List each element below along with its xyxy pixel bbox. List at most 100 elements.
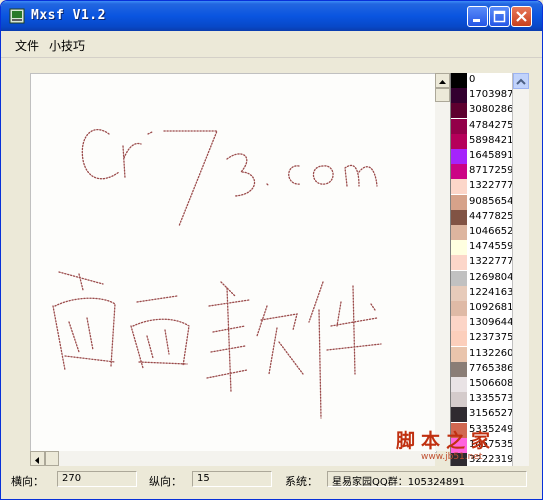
app-window: Mxsf V1.2 文件 小技巧 0 1703987 3080286 47842… (0, 0, 543, 500)
palette-row[interactable]: 3156527 (451, 407, 513, 423)
color-value: 1703987 (469, 89, 513, 101)
horizontal-scroll-thumb[interactable] (45, 451, 59, 466)
palette-row[interactable]: 4477825 (451, 209, 513, 226)
palette-scroll-up-button[interactable] (513, 73, 529, 89)
color-swatch (451, 331, 467, 347)
color-value: 4784275 (469, 119, 513, 131)
color-palette-list[interactable]: 0 1703987 3080286 4784275 5898421 16458917 871… (450, 73, 513, 466)
color-value: 0 (469, 74, 476, 85)
palette-row[interactable]: 10926815 (451, 301, 513, 317)
canvas-vertical-scrollbar[interactable] (435, 73, 450, 451)
color-value: 12698049 (469, 271, 513, 283)
color-swatch (451, 392, 467, 408)
menu-file[interactable]: 文件 (15, 37, 39, 54)
color-value: 10466525 (469, 226, 513, 237)
arrow-left-icon (35, 457, 39, 464)
palette-row[interactable]: 10466525 (451, 225, 513, 241)
color-value: 13227772 (469, 256, 513, 268)
status-bar: 横向： 270 纵向： 15 系统： 星易家园QQ群：105324891 (1, 469, 542, 491)
palette-row[interactable]: 3080286 (451, 103, 513, 119)
watermark-text: 脚本之家 (396, 430, 497, 452)
horizontal-value: 270 (57, 471, 137, 487)
color-swatch (451, 316, 467, 332)
palette-row[interactable]: 0 (451, 73, 513, 89)
color-swatch (451, 179, 467, 195)
close-button[interactable] (511, 6, 532, 27)
system-label: 系统： (285, 475, 318, 488)
palette-row[interactable]: 8717259 (451, 164, 513, 180)
palette-row[interactable]: 12241639 (451, 285, 513, 302)
color-value: 3080286 (469, 104, 513, 116)
palette-row[interactable]: 13355732 (451, 392, 513, 408)
color-value: 11322601 (469, 347, 513, 359)
color-swatch (451, 225, 467, 240)
palette-row[interactable]: 5898421 (451, 133, 513, 150)
color-swatch (451, 270, 467, 286)
color-value: 13096444 (469, 317, 513, 329)
palette-row[interactable]: 13227772 (451, 255, 513, 271)
palette-row[interactable]: 7765386 (451, 361, 513, 378)
color-swatch (451, 361, 467, 377)
color-swatch (451, 407, 467, 423)
color-swatch (451, 301, 467, 316)
color-swatch (451, 164, 467, 180)
palette-row[interactable]: 12373756 (451, 331, 513, 347)
color-swatch (451, 285, 467, 301)
scroll-left-button[interactable] (30, 451, 45, 466)
watermark-url: www.jb51.net (421, 452, 483, 462)
palette-row[interactable]: 16458917 (451, 149, 513, 165)
color-value: 12241639 (469, 286, 513, 298)
palette-row[interactable]: 1703987 (451, 88, 513, 104)
color-value: 13355732 (469, 393, 513, 405)
canvas-horizontal-scrollbar[interactable] (30, 451, 435, 466)
color-value: 9085654 (469, 195, 513, 207)
handwriting-strokes (52, 129, 382, 419)
system-value: 星易家园QQ群：105324891 (327, 471, 527, 487)
color-value: 15066089 (469, 378, 513, 389)
palette-row[interactable]: 13227772 (451, 179, 513, 195)
color-value: 10926815 (469, 302, 513, 313)
vertical-value: 15 (192, 471, 272, 487)
palette-row[interactable]: 14745599 (451, 240, 513, 256)
color-value: 3156527 (469, 408, 513, 420)
horizontal-label: 横向： (11, 475, 44, 488)
color-swatch (451, 194, 467, 210)
drawing-canvas[interactable] (30, 73, 437, 453)
color-value: 7765386 (469, 362, 513, 374)
chevron-up-icon (516, 78, 526, 85)
color-swatch (451, 103, 467, 119)
app-icon (9, 8, 25, 24)
color-swatch (451, 346, 467, 362)
color-swatch (451, 255, 467, 271)
scroll-up-button[interactable] (435, 73, 450, 88)
palette-row[interactable]: 12698049 (451, 270, 513, 287)
palette-row[interactable]: 4784275 (451, 118, 513, 135)
color-swatch (451, 73, 467, 88)
color-swatch (451, 240, 467, 256)
color-swatch (451, 209, 467, 225)
menu-bar: 文件 小技巧 (1, 31, 542, 58)
color-swatch (451, 133, 467, 149)
palette-row[interactable]: 9085654 (451, 194, 513, 211)
vertical-label: 纵向： (149, 475, 182, 488)
maximize-icon (493, 10, 506, 23)
color-value: 4477825 (469, 210, 513, 222)
menu-tips[interactable]: 小技巧 (49, 37, 85, 54)
maximize-button[interactable] (489, 6, 510, 27)
vertical-scroll-thumb[interactable] (435, 88, 450, 102)
color-value: 12373756 (469, 332, 513, 344)
minimize-button[interactable] (467, 6, 488, 27)
color-value: 8717259 (469, 165, 513, 177)
color-value: 13227772 (469, 180, 513, 192)
window-title: Mxsf V1.2 (31, 8, 106, 23)
color-swatch (451, 149, 467, 164)
palette-row[interactable]: 13096444 (451, 316, 513, 332)
color-value: 5898421 (469, 134, 513, 146)
minimize-icon (473, 19, 480, 22)
close-icon (516, 11, 527, 22)
palette-row[interactable]: 15066089 (451, 377, 513, 393)
palette-row[interactable]: 11322601 (451, 346, 513, 363)
title-bar[interactable]: Mxsf V1.2 (1, 1, 542, 31)
palette-scrollbar[interactable] (512, 73, 529, 466)
color-value: 16458917 (469, 150, 513, 161)
